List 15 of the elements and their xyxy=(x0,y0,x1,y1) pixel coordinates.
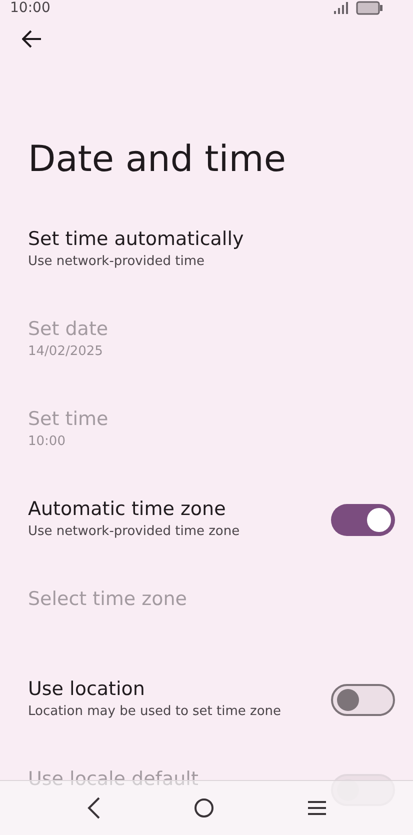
setting-summary: 14/02/2025 xyxy=(28,344,104,359)
setting-summary: 10:00 xyxy=(28,434,66,449)
battery-icon xyxy=(356,1,383,15)
setting-title[interactable]: Use location xyxy=(28,678,282,700)
toggle-switch[interactable] xyxy=(331,684,395,716)
signal-icon xyxy=(334,2,350,14)
page-title: Date and time xyxy=(28,138,287,182)
back-arrow-icon xyxy=(22,30,42,48)
setting-summary: Use network-provided time xyxy=(28,254,206,269)
setting-title[interactable]: Set time automatically xyxy=(28,228,244,250)
setting-title[interactable]: Automatic time zone xyxy=(28,498,240,520)
status-time: 10:00 xyxy=(10,0,50,16)
setting-summary: Location may be used to set time zone xyxy=(28,704,282,719)
toggle-switch[interactable] xyxy=(331,504,395,536)
setting-summary: Use network-provided time zone xyxy=(28,524,240,539)
